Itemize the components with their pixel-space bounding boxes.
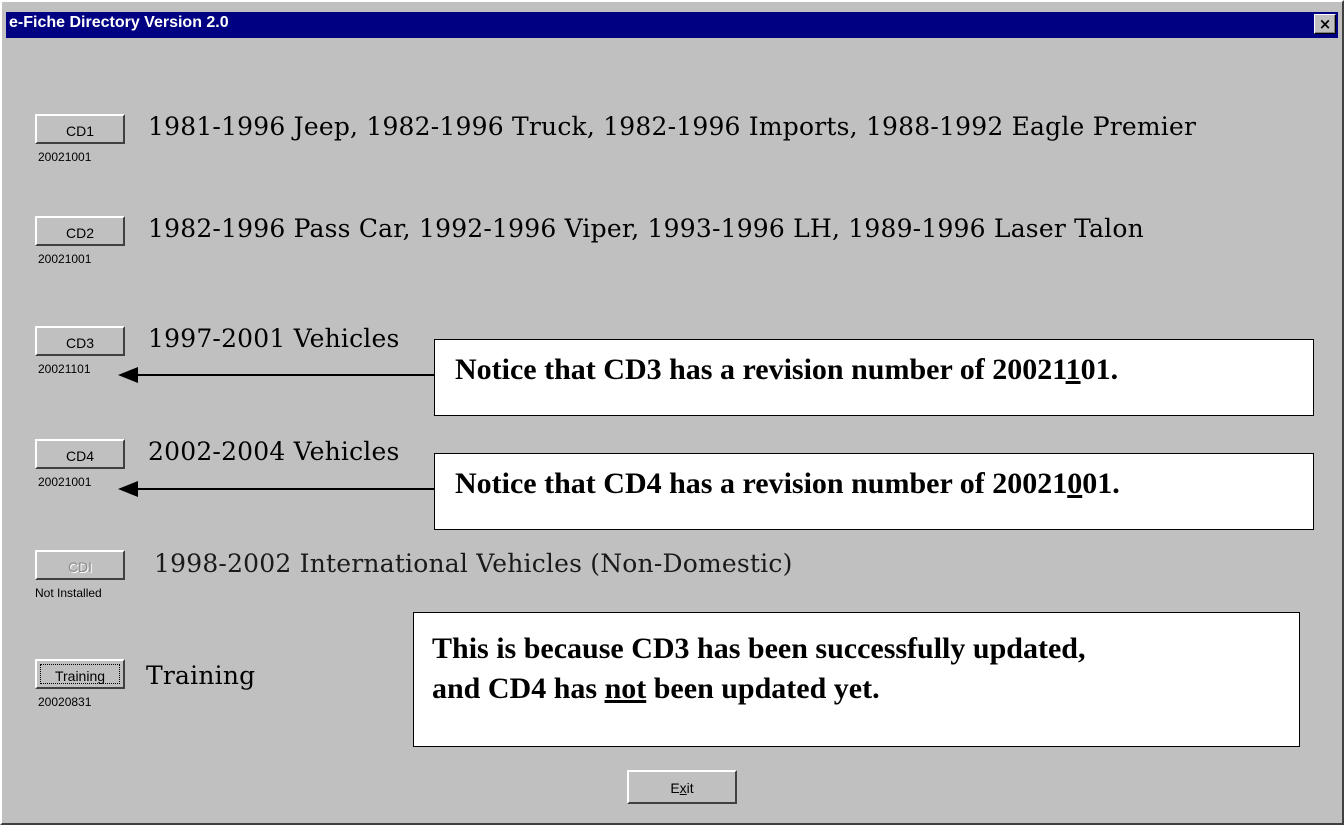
cd4-button-label: CD4 xyxy=(65,448,94,464)
training-description: Training xyxy=(146,661,256,690)
window-title: e-Fiche Directory Version 2.0 xyxy=(9,14,229,31)
explanation-not-word: not xyxy=(604,672,647,705)
cd4-revision: 20021001 xyxy=(38,475,92,489)
focus-rectangle xyxy=(40,664,120,684)
cd3-notice-suffix: 01. xyxy=(1080,353,1119,386)
cd1-revision: 20021001 xyxy=(38,150,92,164)
cd3-notice-underlined-digit: 1 xyxy=(1065,353,1081,386)
explanation-line-2-prefix: and CD4 has xyxy=(432,672,605,705)
cd3-notice-text: Notice that CD3 has a revision number of… xyxy=(455,353,1066,386)
cd1-button[interactable]: CD1 xyxy=(35,114,125,144)
cd3-button-label: CD3 xyxy=(65,335,94,351)
cd1-button-label: CD1 xyxy=(65,123,94,139)
cdi-button-label: CDI xyxy=(67,559,93,575)
cd3-revision: 20021101 xyxy=(38,362,91,376)
explanation-callout: This is because CD3 has been successfull… xyxy=(413,612,1300,747)
efiche-directory-window: e-Fiche Directory Version 2.0 × CD1 2002… xyxy=(0,0,1344,825)
exit-label-prefix: E xyxy=(670,780,680,796)
cd1-description: 1981-1996 Jeep, 1982-1996 Truck, 1982-19… xyxy=(148,112,1197,141)
cd2-description: 1982-1996 Pass Car, 1992-1996 Viper, 199… xyxy=(148,214,1144,243)
cd4-button[interactable]: CD4 xyxy=(35,439,125,469)
cd3-description: 1997-2001 Vehicles xyxy=(148,324,400,353)
cd3-notice-callout: Notice that CD3 has a revision number of… xyxy=(434,339,1314,416)
cd3-arrow-icon xyxy=(118,367,436,383)
exit-button[interactable]: Exit xyxy=(627,770,737,804)
exit-label-suffix: it xyxy=(686,780,694,796)
cdi-revision: Not Installed xyxy=(35,586,102,600)
title-bar: e-Fiche Directory Version 2.0 × xyxy=(6,12,1338,38)
explanation-line-2: and CD4 has not been updated yet. xyxy=(432,669,1299,709)
cd4-notice-text: Notice that CD4 has a revision number of… xyxy=(455,467,1068,500)
cdi-description: 1998-2002 International Vehicles (Non-Do… xyxy=(154,549,793,578)
cd3-button[interactable]: CD3 xyxy=(35,326,125,356)
cd4-arrow-icon xyxy=(118,481,436,497)
close-button[interactable]: × xyxy=(1314,14,1336,34)
cd4-notice-suffix: 01. xyxy=(1082,467,1120,500)
cd2-revision: 20021001 xyxy=(38,252,92,266)
cd4-notice-underlined-digit: 0 xyxy=(1067,467,1083,500)
cdi-button: CDI xyxy=(35,550,125,580)
exit-label-mnemonic: x xyxy=(679,780,687,796)
explanation-line-2-suffix: been updated yet. xyxy=(646,672,880,705)
training-revision: 20020831 xyxy=(38,695,92,709)
cd4-notice-callout: Notice that CD4 has a revision number of… xyxy=(434,453,1314,530)
cd2-button[interactable]: CD2 xyxy=(35,216,125,246)
cd4-description: 2002-2004 Vehicles xyxy=(148,437,400,466)
training-button[interactable]: Training xyxy=(35,659,125,689)
explanation-line-1: This is because CD3 has been successfull… xyxy=(432,632,1086,665)
cd2-button-label: CD2 xyxy=(65,225,94,241)
